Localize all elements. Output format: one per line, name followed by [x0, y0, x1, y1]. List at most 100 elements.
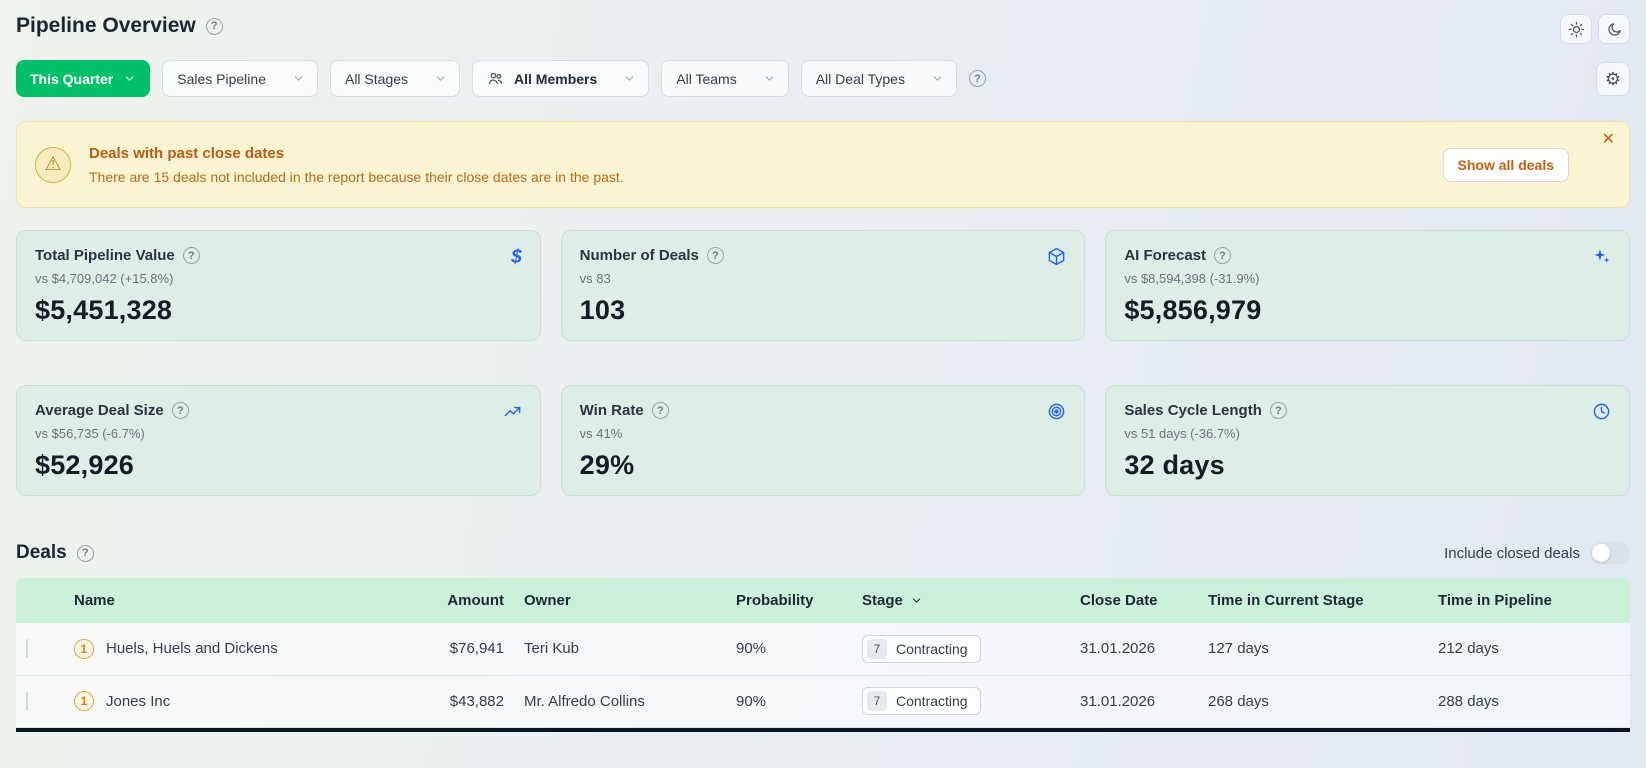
- stage-badge[interactable]: 7 Contracting: [862, 634, 981, 663]
- time-range-dropdown[interactable]: This Quarter: [16, 60, 151, 97]
- kpi-label: Number of Deals: [579, 247, 699, 264]
- include-closed-deals-label: Include closed deals: [1444, 544, 1580, 562]
- kpi-label: AI Forecast: [1124, 247, 1207, 264]
- members-dropdown[interactable]: All Members: [472, 60, 650, 97]
- sun-icon: [1568, 21, 1584, 37]
- deal-time-in-pipeline: 212 days: [1428, 623, 1630, 676]
- stage-number: 7: [867, 691, 887, 711]
- kpi-value: 29%: [579, 450, 635, 480]
- pipeline-label: Sales Pipeline: [177, 70, 266, 87]
- kpi-help-icon[interactable]: ?: [1214, 247, 1232, 264]
- teams-dropdown[interactable]: All Teams: [661, 60, 789, 97]
- stage-header-label: Stage: [862, 592, 903, 609]
- kpi-value: 32 days: [1124, 450, 1225, 480]
- deal-name[interactable]: Jones Inc: [106, 693, 170, 710]
- column-header-name[interactable]: Name: [64, 578, 394, 623]
- moon-icon: [1607, 22, 1621, 36]
- page-title-help-icon[interactable]: ?: [205, 17, 223, 35]
- kpi-label: Win Rate: [579, 402, 644, 419]
- row-checkbox[interactable]: [26, 639, 28, 659]
- deals-help-icon[interactable]: ?: [76, 544, 94, 562]
- deal-close-date: 31.01.2026: [1070, 675, 1198, 728]
- gear-icon: ⚙: [1604, 68, 1622, 89]
- chevron-down-icon: [626, 76, 634, 81]
- deal-types-dropdown[interactable]: All Deal Types: [800, 60, 957, 97]
- dark-mode-button[interactable]: [1598, 14, 1630, 44]
- table-row[interactable]: 1 Jones Inc $43,882 Mr. Alfredo Collins …: [16, 675, 1630, 728]
- stage-name: Contracting: [896, 693, 968, 709]
- light-mode-button[interactable]: [1560, 14, 1592, 44]
- banner-message: There are 15 deals not included in the r…: [89, 168, 624, 185]
- column-header-close-date[interactable]: Close Date: [1070, 578, 1198, 623]
- stages-dropdown[interactable]: All Stages: [329, 60, 461, 97]
- pipeline-dropdown[interactable]: Sales Pipeline: [162, 60, 318, 97]
- kpi-value: $52,926: [35, 450, 134, 480]
- kpi-comparison: vs $4,709,042 (+15.8%): [35, 271, 174, 286]
- kpi-card-win-rate: Win Rate ? vs 41% 29%: [560, 385, 1086, 496]
- kpi-comparison: vs $56,735 (-6.7%): [35, 426, 145, 441]
- kpi-label: Average Deal Size: [35, 402, 164, 419]
- column-header-time-in-pipeline[interactable]: Time in Pipeline: [1428, 578, 1630, 623]
- kpi-card-number-of-deals: Number of Deals ? vs 83 103: [560, 230, 1086, 341]
- settings-button[interactable]: ⚙: [1596, 61, 1630, 96]
- stage-badge[interactable]: 7 Contracting: [862, 687, 981, 715]
- kpi-grid: Total Pipeline Value ? $ vs $4,709,042 (…: [16, 230, 1630, 496]
- kpi-comparison: vs $8,594,398 (-31.9%): [1124, 271, 1260, 286]
- column-header-stage[interactable]: Stage: [852, 578, 1070, 623]
- deal-owner: Teri Kub: [514, 623, 726, 676]
- deal-name[interactable]: Huels, Huels and Dickens: [106, 640, 278, 657]
- deal-close-date: 31.01.2026: [1070, 623, 1198, 676]
- kpi-help-icon[interactable]: ?: [182, 247, 200, 264]
- column-header-probability[interactable]: Probability: [726, 578, 852, 623]
- column-header-time-in-current-stage[interactable]: Time in Current Stage: [1198, 578, 1428, 623]
- users-icon: [487, 70, 504, 87]
- kpi-comparison: vs 41%: [579, 426, 623, 441]
- deal-count-badge: 1: [74, 638, 94, 659]
- members-label: All Members: [514, 70, 598, 87]
- kpi-help-icon[interactable]: ?: [1269, 402, 1287, 419]
- kpi-card-total-pipeline-value: Total Pipeline Value ? $ vs $4,709,042 (…: [16, 230, 541, 341]
- stage-number: 7: [867, 638, 887, 659]
- row-checkbox[interactable]: [26, 691, 28, 711]
- toggle-knob: [1592, 544, 1610, 562]
- sparkles-icon: [1592, 247, 1611, 271]
- kpi-value: $5,856,979: [1124, 295, 1262, 325]
- deals-section-header: Deals ? Include closed deals: [16, 542, 1630, 564]
- kpi-value: 103: [579, 295, 626, 325]
- banner-close-icon[interactable]: ✕: [1602, 132, 1615, 148]
- include-closed-deals-toggle[interactable]: [1590, 542, 1630, 564]
- next-row-edge: [16, 727, 1630, 732]
- banner-title: Deals with past close dates: [89, 144, 285, 162]
- chevron-down-icon: [294, 76, 303, 81]
- stages-label: All Stages: [344, 70, 409, 87]
- deal-owner: Mr. Alfredo Collins: [514, 675, 726, 728]
- chevron-down-icon: [436, 76, 445, 81]
- kpi-help-icon[interactable]: ?: [706, 247, 724, 264]
- kpi-label: Total Pipeline Value: [35, 247, 175, 264]
- header-checkbox-spacer: [16, 578, 64, 623]
- kpi-card-sales-cycle-length: Sales Cycle Length ? vs 51 days (-36.7%)…: [1105, 385, 1630, 496]
- filters-help-icon[interactable]: ?: [968, 70, 986, 87]
- pipeline-overview-page: Pipeline Overview ? This Quarter Sales P…: [0, 0, 1646, 732]
- cube-icon: [1047, 247, 1066, 271]
- deal-types-label: All Deal Types: [815, 70, 905, 87]
- show-all-deals-button[interactable]: Show all deals: [1442, 147, 1569, 182]
- column-header-amount[interactable]: Amount: [394, 578, 514, 623]
- chevron-down-icon: [126, 76, 134, 81]
- dollar-icon: $: [511, 247, 522, 268]
- chevron-down-icon: [765, 76, 773, 81]
- sort-chevron-down-icon: [912, 598, 921, 603]
- trend-up-icon: [503, 402, 522, 426]
- kpi-help-icon[interactable]: ?: [171, 402, 189, 419]
- table-header-row: Name Amount Owner Probability Stage Clos…: [16, 578, 1630, 623]
- deal-probability: 90%: [726, 675, 852, 728]
- column-header-owner[interactable]: Owner: [514, 578, 726, 623]
- deals-table: Name Amount Owner Probability Stage Clos…: [16, 578, 1630, 728]
- deal-time-in-stage: 127 days: [1198, 623, 1428, 676]
- deals-title: Deals: [16, 542, 67, 563]
- deal-amount: $43,882: [394, 675, 514, 728]
- warning-banner: ⚠ Deals with past close dates There are …: [16, 121, 1630, 208]
- table-row[interactable]: 1 Huels, Huels and Dickens $76,941 Teri …: [16, 623, 1630, 676]
- kpi-help-icon[interactable]: ?: [651, 402, 669, 419]
- theme-toggle-group: [1560, 14, 1630, 44]
